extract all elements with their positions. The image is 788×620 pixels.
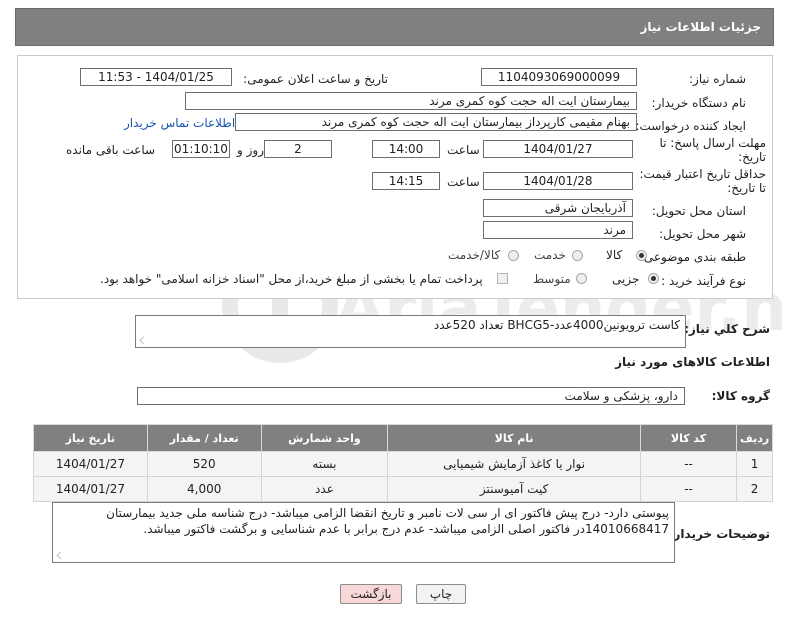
validity-date-field: 1404/01/28	[483, 172, 633, 190]
column-header-date: تاریخ نیاز	[33, 424, 148, 452]
treasury-payment-checkbox[interactable]	[497, 273, 508, 284]
cell-quantity: 520	[146, 451, 262, 477]
column-header-name: نام کالا	[387, 424, 641, 452]
summary-text: کاست ترویونین4000عدد-BHCG5 تعداد 520عدد	[433, 318, 680, 332]
table-header-row: ردیف کد کالا نام کالا واحد شمارش تعداد /…	[33, 424, 773, 452]
cell-row-number: 2	[736, 476, 773, 502]
cell-code: --	[639, 451, 738, 477]
buyer-notes-textarea: پیوستی دارد- درج پیش فاکتور ای ار سی لات…	[52, 502, 675, 563]
category-option-goods: کالا	[606, 248, 623, 262]
table-row: 1 -- نوار یا کاغذ آزمایش شیمیایی بسته 52…	[33, 451, 773, 477]
goods-group-label: گروه کالا:	[711, 389, 770, 403]
summary-label: شرح کلي نياز:	[684, 322, 770, 336]
buyer-notes-text: پیوستی دارد- درج پیش فاکتور ای ار سی لات…	[106, 506, 669, 536]
process-option-medium: متوسط	[533, 272, 571, 286]
column-header-row-number: ردیف	[736, 424, 773, 452]
remaining-time-label: ساعت باقی مانده	[66, 143, 156, 157]
cell-quantity: 4,000	[146, 476, 262, 502]
remaining-time-field: 01:10:10	[172, 140, 230, 158]
column-header-quantity: تعداد / مقدار	[146, 424, 262, 452]
treasury-payment-note: پرداخت تمام یا بخشی از مبلغ خرید،از محل …	[100, 272, 483, 286]
announce-field: 1404/01/25 - 11:53	[80, 68, 232, 86]
table-row: 2 -- کیت آمیوسنتز عدد 4,000 1404/01/27	[33, 476, 773, 502]
validity-label: حداقل تاریخ اعتبار قیمت: تا تاریخ:	[639, 167, 766, 195]
deadline-date-field: 1404/01/27	[483, 140, 633, 158]
cell-code: --	[639, 476, 738, 502]
validity-time-field: 14:15	[372, 172, 440, 190]
summary-textarea: کاست ترویونین4000عدد-BHCG5 تعداد 520عدد	[135, 315, 686, 348]
page-title: جزئیات اطلاعات نیاز	[640, 20, 761, 34]
cell-unit: بسته	[260, 451, 389, 477]
category-label: طبقه بندی موضوعی:	[639, 250, 746, 264]
items-table: ردیف کد کالا نام کالا واحد شمارش تعداد /…	[33, 424, 773, 502]
goods-group-field: دارو، پزشکی و سلامت	[137, 387, 685, 405]
cell-date: 1404/01/27	[33, 476, 148, 502]
process-option-minor: جزیی	[612, 272, 640, 286]
resize-grip-icon[interactable]	[139, 336, 148, 345]
process-radio-minor[interactable]	[648, 273, 659, 284]
need-number-field: 1104093069000099	[481, 68, 637, 86]
validity-time-label: ساعت	[447, 175, 480, 189]
category-option-both: کالا/خدمت	[448, 248, 501, 262]
column-header-code: کد کالا	[639, 424, 738, 452]
deadline-time-label: ساعت	[447, 143, 480, 157]
back-button[interactable]: بازگشت	[340, 584, 402, 604]
deadline-label: مهلت ارسال پاسخ: تا تاریخ:	[659, 136, 766, 164]
province-field: آذربایجان شرقی	[483, 199, 633, 217]
province-label: استان محل تحویل:	[651, 204, 746, 218]
cell-row-number: 1	[736, 451, 773, 477]
process-radio-medium[interactable]	[576, 273, 587, 284]
print-button[interactable]: چاپ	[416, 584, 466, 604]
buyer-org-field: بیمارستان ایت اله حجت کوه کمری مرند	[185, 92, 637, 110]
city-field: مرند	[483, 221, 633, 239]
deadline-time-field: 14:00	[372, 140, 440, 158]
announce-label: تاریخ و ساعت اعلان عمومی:	[243, 72, 388, 86]
days-field: 2	[264, 140, 332, 158]
cell-unit: عدد	[260, 476, 389, 502]
days-label: روز و	[237, 143, 264, 157]
creator-field: بهنام مقیمی کارپرداز بیمارستان ایت اله ح…	[235, 113, 637, 131]
category-radio-both[interactable]	[508, 250, 519, 261]
buyer-org-label: نام دستگاه خریدار:	[651, 96, 747, 110]
category-radio-service[interactable]	[572, 250, 583, 261]
contact-buyer-link[interactable]: اطلاعات تماس خریدار	[124, 116, 235, 130]
city-label: شهر محل تحویل:	[659, 227, 746, 241]
resize-grip-icon[interactable]	[56, 551, 65, 560]
creator-label: ایجاد کننده درخواست:	[635, 119, 746, 133]
cell-name: نوار یا کاغذ آزمایش شیمیایی	[387, 451, 641, 477]
cell-date: 1404/01/27	[33, 451, 148, 477]
page-header: جزئیات اطلاعات نیاز	[15, 8, 774, 46]
buyer-notes-label: توضیحات خریدار:	[668, 527, 770, 541]
goods-section-title: اطلاعات کالاهای مورد نیاز	[615, 355, 770, 369]
process-label: نوع فرآیند خرید :	[661, 274, 746, 288]
category-radio-goods[interactable]	[636, 250, 647, 261]
cell-name: کیت آمیوسنتز	[387, 476, 641, 502]
category-option-service: خدمت	[534, 248, 566, 262]
column-header-unit: واحد شمارش	[260, 424, 389, 452]
need-number-label: شماره نیاز:	[689, 72, 746, 86]
